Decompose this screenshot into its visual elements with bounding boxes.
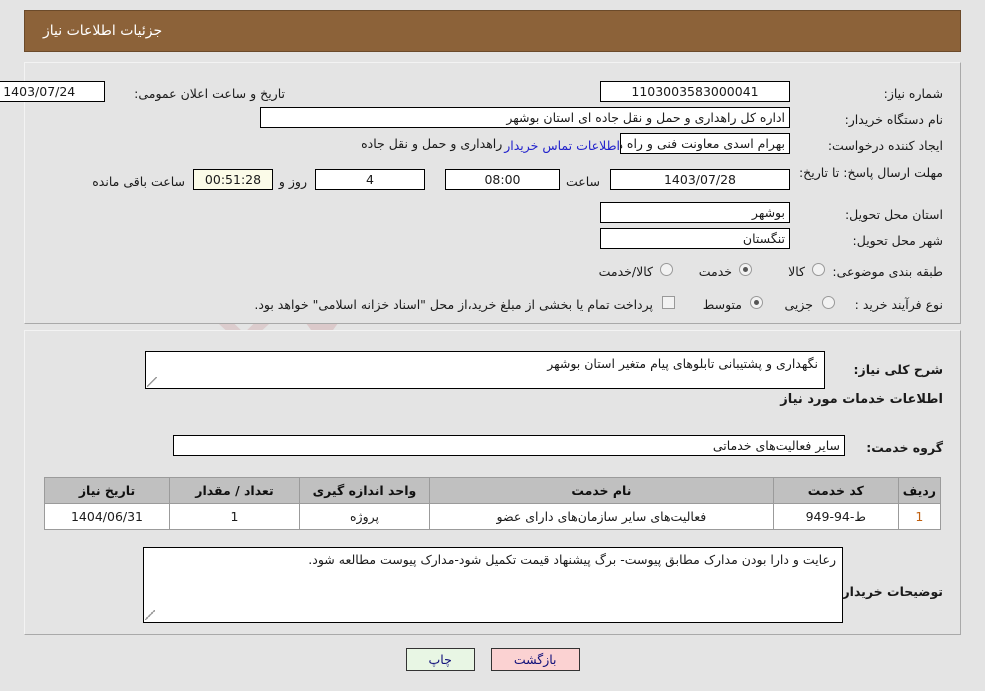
category-label: طبقه بندی موضوعی: [832,264,943,279]
category-option-2-label: کالا/خدمت [598,264,653,279]
td-name: فعالیت‌های سایر سازمان‌های دارای عضو [429,503,774,530]
service-group-label: گروه خدمت: [866,440,943,455]
city-label: شهر محل تحویل: [852,233,943,248]
deadline-date-value: 1403/07/28 [610,169,790,190]
category-radio-0[interactable] [812,263,825,276]
buyer-org-value: اداره کل راهداری و حمل و نقل جاده ای است… [260,107,790,128]
remaining-suffix-label: ساعت باقی مانده [92,174,185,189]
buyer-notes-value[interactable]: رعایت و دارا بودن مدارک مطابق پیوست- برگ… [143,547,843,623]
th-date: تاریخ نیاز [44,477,170,504]
page-title: جزئیات اطلاعات نیاز [24,10,961,52]
category-option-1-label: خدمت [698,264,732,279]
action-buttons: بازگشت چاپ [0,648,985,671]
need-number-value: 1103003583000041 [600,81,790,102]
th-qty: تعداد / مقدار [169,477,300,504]
deadline-time-value: 08:00 [445,169,560,190]
need-info-panel [24,62,961,324]
td-date: 1404/06/31 [44,503,170,530]
category-radio-2[interactable] [660,263,673,276]
process-label: نوع فرآیند خرید : [854,297,943,312]
province-value: بوشهر [600,202,790,223]
td-code: ط-94-949 [772,503,899,530]
process-radio-0[interactable] [822,296,835,309]
table-row: 1 ط-94-949 فعالیت‌های سایر سازمان‌های دا… [44,503,942,530]
remaining-days-value: 4 [315,169,425,190]
th-unit: واحد اندازه گیری [299,477,430,504]
buyer-org-label: نام دستگاه خریدار: [844,112,943,127]
remaining-time-value: 00:51:28 [193,169,273,190]
buyer-notes-label: توضیحات خریدار: [837,584,943,599]
td-row: 1 [897,503,942,530]
process-option-1-label: متوسط [702,297,742,312]
city-value: تنگستان [600,228,790,249]
service-group-value: سایر فعالیت‌های خدماتی [173,435,845,456]
buyer-contact-link[interactable]: اطلاعات تماس خریدار [504,138,620,153]
province-label: استان محل تحویل: [844,207,943,222]
creator-label: ایجاد کننده درخواست: [827,138,943,153]
th-name: نام خدمت [429,477,774,504]
process-option-0-label: جزیی [784,297,813,312]
page-title-text: جزئیات اطلاعات نیاز [43,23,163,39]
process-radio-1[interactable] [750,296,763,309]
creator-value: بهرام اسدی معاونت فنی و راه های روستایی … [361,133,790,154]
buyer-notes-resize-grip[interactable] [145,610,155,620]
need-desc-value[interactable]: نگهداری و پشتیبانی تابلوهای پیام متغیر ا… [145,351,825,389]
th-code: کد خدمت [772,477,899,504]
need-desc-resize-grip[interactable] [147,377,157,387]
table-header-row: ردیف کد خدمت نام خدمت واحد اندازه گیری ت… [44,477,942,504]
public-announce-label: تاریخ و ساعت اعلان عمومی: [134,86,285,101]
td-unit: پروژه [299,503,430,530]
need-number-label: شماره نیاز: [883,86,943,101]
need-desc-label: شرح کلی نیاز: [853,362,943,377]
hour-label: ساعت [565,174,600,189]
th-row: ردیف [897,477,942,504]
days-and-label: روز و [278,174,307,189]
public-announce-value: 1403/07/24 - 06:59 [0,81,105,102]
category-option-0-label: کالا [788,264,805,279]
print-button[interactable]: چاپ [405,648,475,671]
td-qty: 1 [169,503,300,530]
deadline-label: مهلت ارسال پاسخ: تا تاریخ: [798,165,943,180]
back-button[interactable]: بازگشت [490,648,580,671]
treasury-checkbox-label: پرداخت تمام یا بخشی از مبلغ خرید،از محل … [254,297,653,312]
page-root: AnaTender.net W جزئیات اطلاعات نیاز شمار… [0,0,985,691]
treasury-checkbox[interactable] [662,296,675,309]
category-radio-1[interactable] [739,263,752,276]
services-table: ردیف کد خدمت نام خدمت واحد اندازه گیری ت… [44,477,942,530]
services-section-heading: اطلاعات خدمات مورد نیاز [780,392,943,407]
